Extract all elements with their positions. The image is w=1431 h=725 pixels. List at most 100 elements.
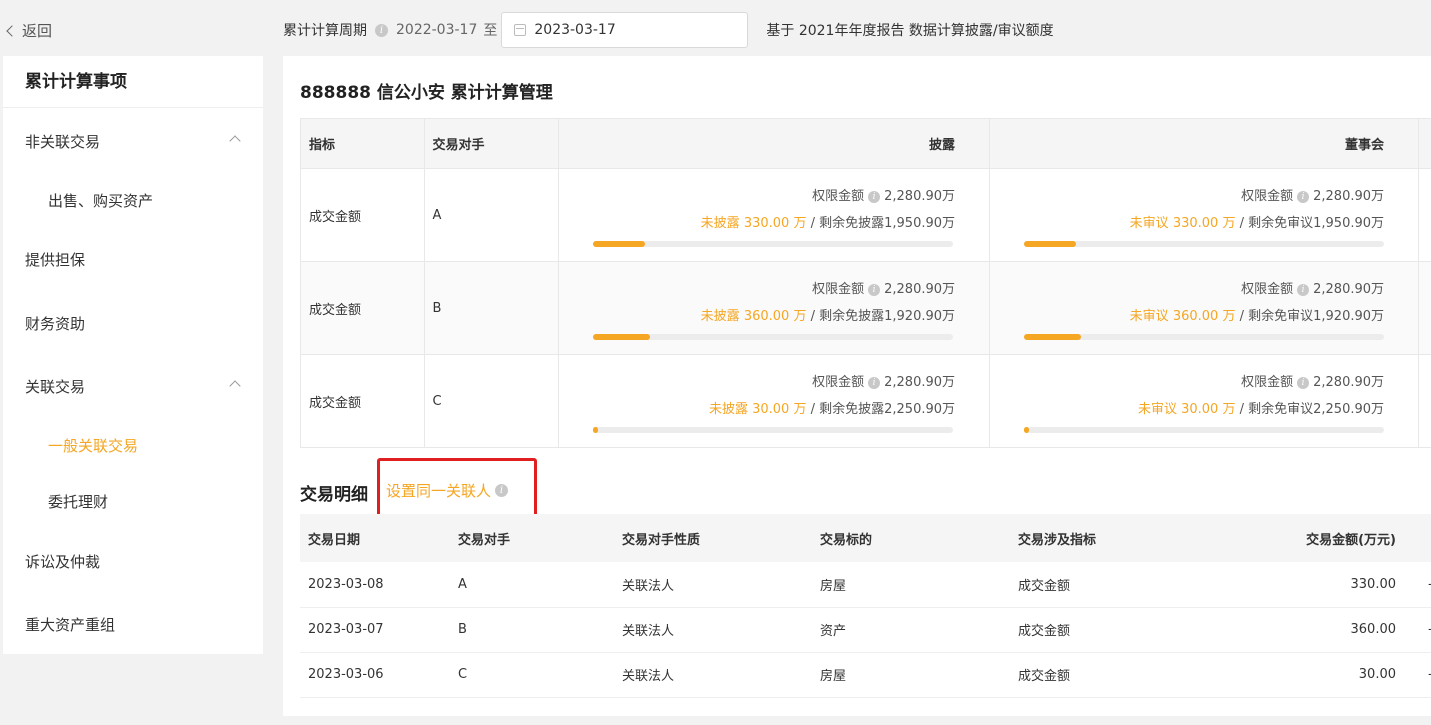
metric-cell: 成交金额 [1010, 562, 1210, 608]
info-icon[interactable]: i [868, 283, 881, 296]
metric-cell: 成交金额 [1010, 607, 1210, 653]
nature-cell: 关联法人 [614, 562, 812, 608]
usage-line: 未审议 360.00 万 / 剩余免审议1,920.90万 [1129, 309, 1385, 324]
info-icon[interactable]: i [1297, 190, 1310, 203]
limit-amount: 权限金额 i 2,280.90万 [567, 369, 955, 396]
sidebar: 累计计算事项 非关联交易 出售、购买资产 提供担保 财务资助 关联交易 一般关联… [3, 56, 263, 654]
sidebar-item-entrusted-finance[interactable]: 委托理财 [48, 491, 108, 512]
info-icon[interactable]: i [1297, 283, 1310, 296]
usage-line: 未审议 30.00 万 / 剩余免审议2,250.90万 [1137, 402, 1385, 417]
sidebar-item-non-related[interactable]: 非关联交易 [25, 131, 263, 152]
limit-label: 权限金额 [812, 375, 865, 390]
limit-amount: 权限金额 i 2,280.90万 [567, 276, 955, 303]
col-header: 交易金额(万元) [1210, 514, 1420, 562]
date-cell: 2023-03-08 [300, 562, 450, 608]
info-icon[interactable]: i [868, 376, 881, 389]
table-row: 成交金额 B 权限金额 i 2,280.90万 未披露 360.00 万 / 剩… [300, 261, 1431, 355]
detail-table: 交易日期 交易对手 交易对手性质 交易标的 交易涉及指标 交易金额(万元) 20… [300, 514, 1431, 698]
amount-cell: 30.00 [1210, 652, 1420, 698]
subject-cell: 房屋 [812, 562, 1010, 608]
party-cell: B [423, 261, 560, 355]
amount-cell: 360.00 [1210, 607, 1420, 653]
highlight-box [377, 458, 537, 521]
chevron-up-icon [229, 135, 241, 147]
usage-progress-fill [1024, 334, 1082, 340]
limit-label: 权限金额 [1241, 189, 1294, 204]
limit-amount: 权限金额 i 2,280.90万 [998, 369, 1384, 396]
used-value: 360.00 万 [743, 309, 807, 324]
info-icon[interactable]: i [1297, 376, 1310, 389]
amount-cell: 330.00 [1210, 562, 1420, 608]
remain-value: 2,250.90万 [1313, 402, 1385, 417]
main-panel: 888888 信公小安 累计计算管理 指标 交易对手 披露 董事会 成交金额 A… [283, 56, 1431, 716]
info-icon[interactable]: i [868, 190, 881, 203]
col-header: 交易对手 [450, 514, 614, 562]
overflow-cell: - [1420, 562, 1431, 608]
sidebar-item-litigation[interactable]: 诉讼及仲裁 [25, 551, 100, 572]
sidebar-title: 累计计算事项 [3, 56, 263, 108]
usage-line: 未审议 330.00 万 / 剩余免审议1,950.90万 [1129, 216, 1385, 231]
metric-cell: 成交金额 [1010, 652, 1210, 698]
party-cell: C [423, 354, 560, 448]
col-header: 交易标的 [812, 514, 1010, 562]
used-value: 330.00 万 [743, 216, 807, 231]
usage-progress-fill [593, 334, 651, 340]
used-label: 未披露 [708, 402, 748, 417]
remain-label: 剩余免审议 [1248, 309, 1314, 324]
used-label: 未审议 [1129, 216, 1169, 231]
sidebar-item-financial-aid[interactable]: 财务资助 [25, 313, 85, 334]
nature-cell: 关联法人 [614, 652, 812, 698]
used-value: 360.00 万 [1172, 309, 1236, 324]
disclose-cell: 权限金额 i 2,280.90万 未披露 30.00 万 / 剩余免披露2,25… [558, 354, 991, 448]
metric-cell: 成交金额 [300, 261, 425, 355]
limit-value: 2,280.90万 [884, 282, 956, 297]
subject-cell: 房屋 [812, 652, 1010, 698]
party-cell: A [450, 562, 614, 608]
sidebar-item-restructuring[interactable]: 重大资产重组 [25, 614, 115, 635]
table-row: 2023-03-06 C 关联法人 房屋 成交金额 30.00 - [300, 652, 1431, 698]
used-value: 30.00 万 [1181, 402, 1236, 417]
sidebar-item-asset-trade[interactable]: 出售、购买资产 [48, 190, 153, 211]
overflow-cell [1418, 168, 1431, 262]
limit-value: 2,280.90万 [1313, 189, 1385, 204]
used-label: 未审议 [1137, 402, 1177, 417]
back-button[interactable]: 返回 [6, 20, 52, 41]
table-row: 2023-03-08 A 关联法人 房屋 成交金额 330.00 - [300, 562, 1431, 608]
usage-progress-bar [1024, 427, 1385, 433]
usage-progress-fill [1024, 241, 1077, 247]
remain-value: 2,250.90万 [884, 402, 956, 417]
info-icon[interactable]: i [375, 23, 388, 37]
remain-label: 剩余免审议 [1248, 402, 1314, 417]
limit-label: 权限金额 [1241, 282, 1294, 297]
col-header: 指标 [300, 118, 425, 169]
section-title: 交易明细 [300, 485, 368, 505]
usage-line: 未披露 30.00 万 / 剩余免披露2,250.90万 [708, 402, 956, 417]
page-title: 888888 信公小安 累计计算管理 [300, 83, 553, 103]
sidebar-item-related[interactable]: 关联交易 [25, 376, 263, 397]
party-cell: C [450, 652, 614, 698]
sidebar-item-general-related[interactable]: 一般关联交易 [48, 435, 138, 456]
chevron-up-icon [229, 380, 241, 392]
to-label: 至 [483, 23, 498, 39]
usage-progress-bar [593, 334, 954, 340]
sidebar-item-label: 非关联交易 [25, 133, 101, 151]
party-cell: B [450, 607, 614, 653]
limit-value: 2,280.90万 [884, 375, 956, 390]
usage-line: 未披露 360.00 万 / 剩余免披露1,920.90万 [700, 309, 956, 324]
col-header: 披露 [558, 118, 991, 169]
remain-value: 1,920.90万 [1313, 309, 1385, 324]
metric-cell: 成交金额 [300, 354, 425, 448]
nature-cell: 关联法人 [614, 607, 812, 653]
calendar-icon [514, 24, 527, 36]
usage-progress-fill [1024, 427, 1030, 433]
usage-progress-bar [1024, 241, 1385, 247]
limit-amount: 权限金额 i 2,280.90万 [567, 183, 955, 210]
usage-progress-bar [593, 241, 954, 247]
col-header: 交易日期 [300, 514, 450, 562]
sidebar-item-guarantee[interactable]: 提供担保 [25, 249, 85, 270]
chevron-left-icon [6, 24, 18, 37]
metric-cell: 成交金额 [300, 168, 425, 262]
limit-label: 权限金额 [1241, 375, 1294, 390]
end-date-picker[interactable]: 2023-03-17 [501, 12, 749, 48]
col-header: 交易涉及指标 [1010, 514, 1210, 562]
